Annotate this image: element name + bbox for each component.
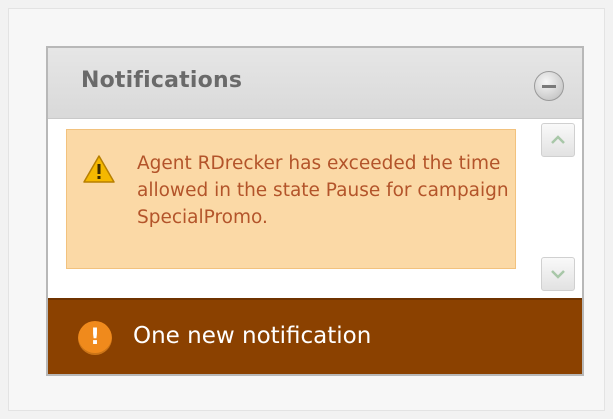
scroll-down-button[interactable] <box>541 257 575 291</box>
minus-circle-icon <box>542 85 556 88</box>
collapse-button[interactable] <box>534 71 564 101</box>
scrollbar[interactable] <box>536 119 582 309</box>
notification-item[interactable]: Agent RDrecker has exceeded the time all… <box>66 129 516 269</box>
chevron-up-icon <box>551 135 565 144</box>
new-notification-toast[interactable]: ! One new notification <box>48 298 582 374</box>
notifications-panel: Notifications Agent RDrecker has exceede… <box>46 46 584 376</box>
chevron-down-icon <box>551 270 565 279</box>
panel-title: Notifications <box>81 68 243 93</box>
warning-triangle-icon <box>83 155 115 183</box>
notification-message: Agent RDrecker has exceeded the time all… <box>137 153 509 228</box>
scroll-up-button[interactable] <box>541 123 575 157</box>
exclamation-circle-icon: ! <box>78 321 112 355</box>
toast-text: One new notification <box>133 323 372 349</box>
panel-header: Notifications <box>48 48 582 119</box>
